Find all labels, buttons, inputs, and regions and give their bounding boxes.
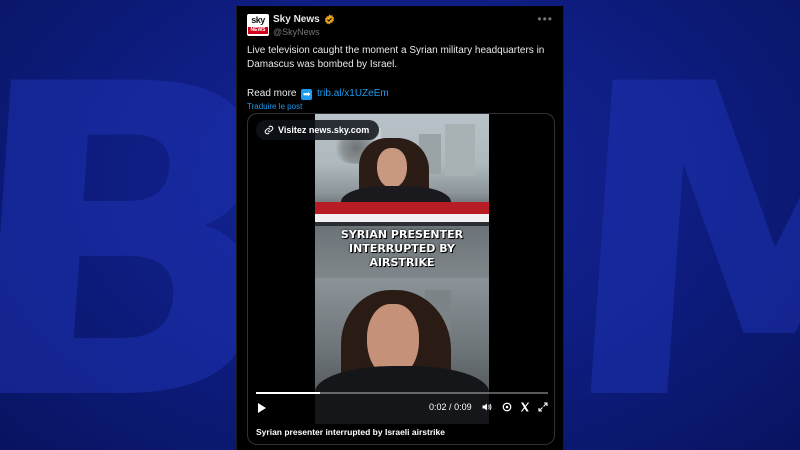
video-frame[interactable]: SYRIAN PRESENTER INTERRUPTED BY AIRSTRIK… (315, 114, 489, 424)
tweet-header: sky NEWS Sky News @SkyNews ••• (247, 12, 553, 42)
article-link[interactable]: trib.al/x1UZeEm (317, 88, 389, 99)
avatar[interactable]: sky NEWS (247, 14, 269, 36)
video-player[interactable]: SYRIAN PRESENTER INTERRUPTED BY AIRSTRIK… (247, 113, 555, 445)
settings-gear-icon[interactable] (501, 401, 513, 413)
video-time: 0:02 / 0:09 (429, 402, 472, 412)
video-progress-bar[interactable] (256, 392, 548, 394)
more-options-icon[interactable]: ••• (537, 12, 553, 26)
link-icon (264, 125, 274, 135)
display-name[interactable]: Sky News (273, 14, 320, 25)
x-logo-icon[interactable] (519, 401, 531, 413)
video-controls: 0:02 / 0:09 (248, 398, 554, 420)
presenter-face-shape (377, 148, 407, 188)
time-separator: / (449, 402, 452, 412)
tweet-card: sky NEWS Sky News @SkyNews ••• Live tele… (236, 6, 564, 450)
arrow-right-icon: ➡ (301, 89, 313, 100)
read-more-line: Read more ➡ trib.al/x1UZeEm (247, 88, 389, 100)
avatar-logo-subtext: NEWS (248, 27, 268, 34)
visit-site-button[interactable]: Visitez news.sky.com (256, 120, 380, 140)
news-ticker-white (315, 214, 489, 222)
overlay-title-line: SYRIAN PRESENTER (340, 228, 464, 241)
video-overlay-title: SYRIAN PRESENTER INTERRUPTED BY AIRSTRIK… (315, 226, 489, 270)
video-caption: Syrian presenter interrupted by Israeli … (256, 427, 445, 437)
tweet-body: Live television caught the moment a Syri… (247, 45, 545, 70)
volume-icon[interactable] (481, 401, 493, 413)
translate-post-link[interactable]: Traduire le post (247, 102, 302, 111)
fullscreen-icon[interactable] (537, 401, 549, 413)
overlay-title-line: AIRSTRIKE (369, 256, 435, 269)
duration: 0:09 (454, 402, 472, 412)
read-more-label: Read more (247, 88, 297, 99)
news-ticker-red (315, 202, 489, 214)
play-icon[interactable] (258, 403, 266, 413)
visit-site-label: Visitez news.sky.com (278, 125, 370, 135)
avatar-logo-text: sky (251, 15, 265, 25)
current-time: 0:02 (429, 402, 447, 412)
overlay-title-line: INTERRUPTED BY (349, 242, 455, 255)
handle[interactable]: @SkyNews (273, 27, 320, 37)
video-progress-fill (256, 392, 321, 394)
building-shape (445, 124, 475, 176)
verified-badge-icon (324, 14, 335, 25)
